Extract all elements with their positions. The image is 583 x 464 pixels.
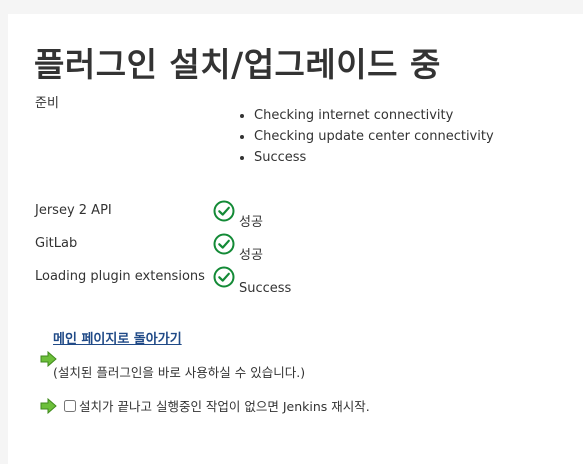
restart-checkbox[interactable]: [64, 399, 76, 412]
plugin-name: GitLab: [35, 236, 78, 251]
check-circle-icon: [213, 233, 235, 255]
step-item: Checking internet connectivity: [254, 105, 494, 126]
back-to-main-link[interactable]: 메인 페이지로 돌아가기: [53, 328, 182, 347]
plugin-status: 성공: [213, 200, 263, 230]
status-text: 성공: [239, 248, 263, 263]
plugin-status: 성공: [213, 233, 263, 263]
check-circle-icon: [213, 266, 235, 288]
restart-label[interactable]: 설치가 끝나고 실행중인 작업이 없으면 Jenkins 재시작.: [79, 396, 370, 415]
plugin-status: Success: [213, 266, 291, 296]
plugin-name: Loading plugin extensions: [35, 269, 205, 284]
status-text: Success: [239, 281, 292, 296]
preparation-label: 준비: [35, 96, 59, 111]
back-link-note: (설치된 플러그인을 바로 사용하실 수 있습니다.): [53, 365, 306, 380]
arrow-right-icon: [40, 397, 57, 414]
restart-option: 설치가 끝나고 실행중인 작업이 없으면 Jenkins 재시작.: [31, 396, 370, 415]
page-title: 플러그인 설치/업그레이드 중: [34, 45, 441, 84]
step-item: Success: [254, 147, 494, 168]
check-circle-icon: [213, 200, 235, 222]
step-item: Checking update center connectivity: [254, 126, 494, 147]
plugin-name: Jersey 2 API: [35, 203, 112, 218]
preparation-steps: Checking internet connectivity Checking …: [236, 105, 494, 168]
status-text: 성공: [239, 215, 263, 230]
